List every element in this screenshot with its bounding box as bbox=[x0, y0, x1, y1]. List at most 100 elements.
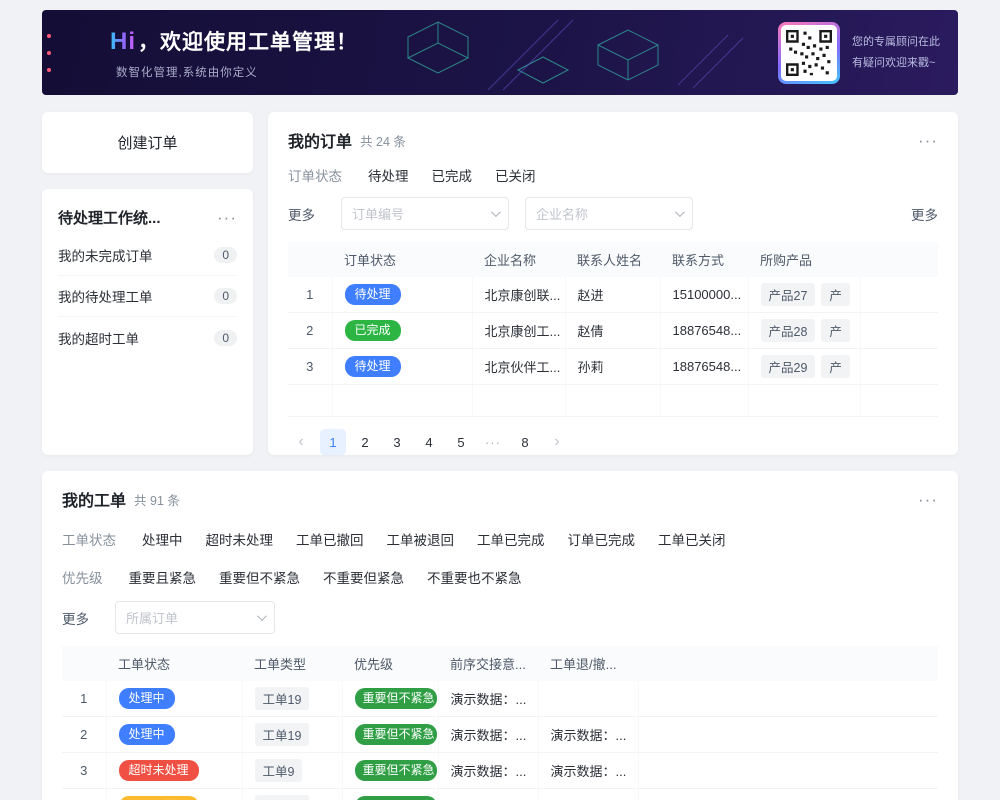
order-status-option-pending[interactable]: 待处理 bbox=[368, 165, 409, 185]
pagination-page-3[interactable]: 3 bbox=[384, 429, 410, 455]
column-header-contact-name: 联系人姓名 bbox=[565, 242, 660, 277]
workorders-panel-title: 我的工单 bbox=[62, 487, 126, 511]
table-row[interactable]: 1 处理中 工单19 重要但不紧急 演示数据：... bbox=[62, 681, 938, 717]
column-header-withdraw: 工单退/撤... bbox=[538, 646, 638, 681]
order-status-option-closed[interactable]: 已关闭 bbox=[495, 165, 536, 185]
withdraw-cell: 演示数据：... bbox=[538, 753, 638, 789]
priority-badge: 重要但不紧急 bbox=[355, 688, 437, 709]
stat-label: 我的待处理工单 bbox=[58, 286, 153, 306]
banner-greeting-text: ，欢迎使用工单管理！ bbox=[138, 31, 358, 54]
wo-status-option-withdrawn[interactable]: 工单已撤回 bbox=[296, 529, 364, 549]
more-menu-icon[interactable]: ··· bbox=[918, 132, 938, 149]
product-tag: 产品29 bbox=[761, 355, 816, 378]
stat-label: 我的超时工单 bbox=[58, 328, 139, 348]
column-header-phone: 联系方式 bbox=[660, 242, 748, 277]
pending-work-stats-card: 待处理工作统... ··· 我的未完成订单 0 我的待处理工单 0 我的超时工单… bbox=[42, 189, 253, 455]
wo-status-option-closed[interactable]: 工单已关闭 bbox=[658, 529, 726, 549]
wo-status-option-processing[interactable]: 处理中 bbox=[142, 529, 183, 549]
orders-more-link[interactable]: 更多 bbox=[911, 204, 938, 224]
priority-option-important-urgent[interactable]: 重要且紧急 bbox=[129, 567, 197, 587]
wo-status-option-overtime[interactable]: 超时未处理 bbox=[206, 529, 274, 549]
qr-code-pattern bbox=[786, 30, 832, 76]
pagination-next-icon[interactable]: › bbox=[544, 429, 570, 455]
parent-order-select[interactable]: 所属订单 bbox=[115, 601, 275, 634]
row-index: 2 bbox=[62, 717, 106, 753]
withdraw-cell bbox=[538, 681, 638, 717]
pagination-ellipsis-icon[interactable]: ··· bbox=[480, 429, 506, 455]
order-status-filter-label: 订单状态 bbox=[288, 165, 342, 185]
pagination-page-2[interactable]: 2 bbox=[352, 429, 378, 455]
table-row[interactable]: 2 处理中 工单19 重要但不紧急 演示数据：... 演示数据：... bbox=[62, 717, 938, 753]
create-order-button[interactable]: 创建订单 bbox=[42, 112, 253, 173]
orders-count: 共 24 条 bbox=[360, 131, 406, 150]
status-badge: 待处理 bbox=[345, 356, 401, 377]
pagination-page-5[interactable]: 5 bbox=[448, 429, 474, 455]
workorder-status-filter-label: 工单状态 bbox=[62, 529, 116, 549]
stat-count-badge: 0 bbox=[214, 288, 237, 304]
table-row[interactable]: 3 待处理 北京伙伴工... 孙莉 18876548... 产品29产 bbox=[288, 349, 938, 385]
pagination-prev-icon[interactable]: ‹ bbox=[288, 429, 314, 455]
stat-label: 我的未完成订单 bbox=[58, 245, 153, 265]
more-menu-icon[interactable]: ··· bbox=[217, 209, 237, 226]
priority-option-not-important-urgent[interactable]: 不重要但紧急 bbox=[323, 567, 404, 587]
withdraw-cell: 演示数据：... bbox=[538, 789, 638, 800]
column-header-order-status: 订单状态 bbox=[332, 242, 472, 277]
product-tag: 产品27 bbox=[761, 283, 816, 306]
wo-status-option-finished[interactable]: 工单已完成 bbox=[477, 529, 545, 549]
wo-status-option-order-finished[interactable]: 订单已完成 bbox=[568, 529, 636, 549]
column-header-filler bbox=[860, 242, 938, 277]
stat-item-unfinished-orders[interactable]: 我的未完成订单 0 bbox=[58, 235, 237, 276]
contact-cell: 赵倩 bbox=[565, 313, 660, 349]
table-row[interactable]: 4 工单已撤回 工单16 重要但不紧急 演示数据：... 演示数据：... bbox=[62, 789, 938, 800]
order-status-option-done[interactable]: 已完成 bbox=[432, 165, 473, 185]
stat-item-overtime-workorders[interactable]: 我的超时工单 0 bbox=[58, 317, 237, 358]
company-name-select[interactable]: 企业名称 bbox=[525, 197, 693, 230]
pagination: ‹ 1 2 3 4 5 ··· 8 › bbox=[288, 429, 938, 455]
workorder-type-tag: 工单19 bbox=[255, 723, 310, 746]
stat-count-badge: 0 bbox=[214, 330, 237, 346]
order-number-select-placeholder: 订单编号 bbox=[352, 204, 404, 223]
banner-wireframe-decoration bbox=[368, 10, 788, 95]
orders-more-filters-row: 更多 订单编号 企业名称 更多 bbox=[288, 197, 938, 230]
handover-cell: 演示数据：... bbox=[438, 789, 538, 800]
banner-greeting-highlight: Hi bbox=[110, 28, 136, 55]
column-header-filler bbox=[638, 646, 938, 681]
table-row[interactable]: 1 待处理 北京康创联... 赵进 15100000... 产品27产 bbox=[288, 277, 938, 313]
table-row[interactable]: 2 已完成 北京康创工... 赵倩 18876548... 产品28产 bbox=[288, 313, 938, 349]
status-badge: 已完成 bbox=[345, 320, 401, 341]
row-index: 1 bbox=[62, 681, 106, 717]
column-header-index bbox=[62, 646, 106, 681]
workorders-count: 共 91 条 bbox=[134, 490, 180, 509]
pagination-page-1[interactable]: 1 bbox=[320, 429, 346, 455]
priority-option-important-not-urgent[interactable]: 重要但不紧急 bbox=[219, 567, 300, 587]
more-menu-icon[interactable]: ··· bbox=[918, 491, 938, 508]
banner-dots-decoration bbox=[47, 34, 51, 72]
products-cell: 产品27产 bbox=[748, 277, 860, 313]
welcome-banner: Hi，欢迎使用工单管理！ 数智化管理,系统由你定义 bbox=[42, 10, 958, 95]
status-badge: 超时未处理 bbox=[119, 760, 199, 781]
row-index: 3 bbox=[288, 349, 332, 385]
pagination-page-8[interactable]: 8 bbox=[512, 429, 538, 455]
table-row[interactable]: 3 超时未处理 工单9 重要但不紧急 演示数据：... 演示数据：... bbox=[62, 753, 938, 789]
handover-cell: 演示数据：... bbox=[438, 753, 538, 789]
workorder-priority-filter-label: 优先级 bbox=[62, 567, 103, 587]
company-cell: 北京康创联... bbox=[472, 277, 565, 313]
products-cell: 产品29产 bbox=[748, 349, 860, 385]
wo-status-option-returned[interactable]: 工单被退回 bbox=[387, 529, 455, 549]
consultant-line1: 您的专属顾问在此 bbox=[852, 32, 940, 53]
products-cell: 产品28产 bbox=[748, 313, 860, 349]
workorders-more-filters-row: 更多 所属订单 bbox=[62, 601, 938, 634]
pagination-page-4[interactable]: 4 bbox=[416, 429, 442, 455]
product-tag: 产 bbox=[821, 355, 850, 378]
stat-item-pending-workorders[interactable]: 我的待处理工单 0 bbox=[58, 276, 237, 317]
chevron-down-icon bbox=[257, 611, 267, 621]
column-header-wo-status: 工单状态 bbox=[106, 646, 242, 681]
company-cell: 北京伙伴工... bbox=[472, 349, 565, 385]
stat-count-badge: 0 bbox=[214, 247, 237, 263]
order-number-select[interactable]: 订单编号 bbox=[341, 197, 509, 230]
chevron-down-icon bbox=[491, 207, 501, 217]
orders-table-header-row: 订单状态 企业名称 联系人姓名 联系方式 所购产品 bbox=[288, 242, 938, 277]
priority-option-not-important-not-urgent[interactable]: 不重要也不紧急 bbox=[427, 567, 522, 587]
status-badge: 待处理 bbox=[345, 284, 401, 305]
status-badge: 处理中 bbox=[119, 688, 175, 709]
